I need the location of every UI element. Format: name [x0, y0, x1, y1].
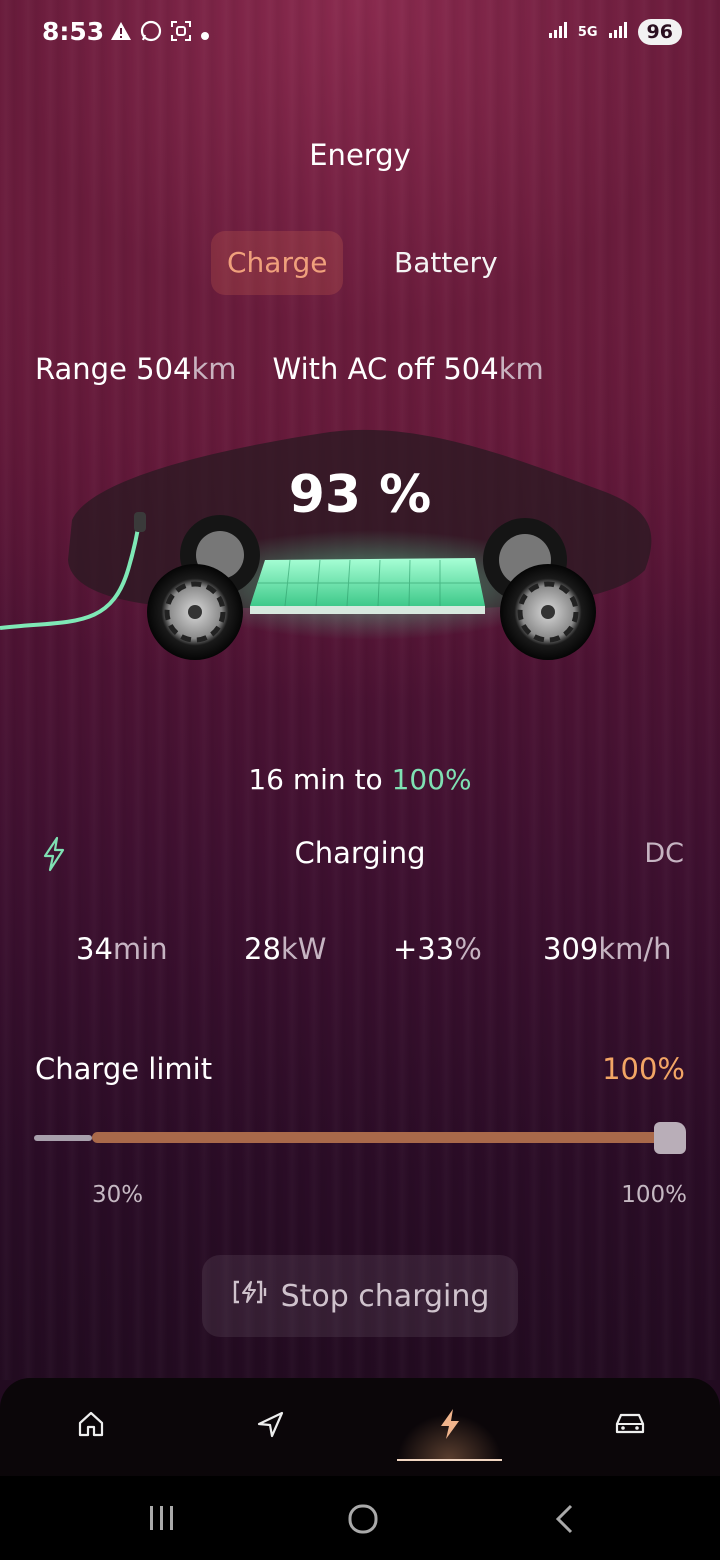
page-title: Energy [309, 138, 411, 172]
stop-charging-button[interactable]: Stop charging [202, 1255, 518, 1337]
stop-charging-label: Stop charging [280, 1278, 490, 1314]
nav-home[interactable] [71, 1406, 111, 1446]
charge-limit-slider[interactable] [34, 1122, 686, 1156]
charge-limit-label: Charge limit [35, 1052, 213, 1086]
range-ac-off-unit: km [498, 352, 544, 386]
slider-thumb[interactable] [654, 1122, 686, 1154]
signal-icon-2 [608, 21, 628, 43]
slider-min-label: 30% [92, 1182, 144, 1208]
slider-range-labels: 30% 100% [92, 1182, 687, 1212]
whatsapp-icon [140, 20, 162, 47]
home-button[interactable] [347, 1504, 379, 1538]
nav-navigate[interactable] [250, 1406, 290, 1446]
battery-indicator: 96 [637, 19, 682, 45]
stat-time: 34min [76, 932, 168, 966]
stat-power: 28kW [244, 932, 326, 966]
tab-bar: Charge Battery [0, 231, 720, 295]
bottom-nav [0, 1378, 720, 1476]
home-circle-icon [347, 1504, 379, 1538]
tab-battery[interactable]: Battery [378, 231, 514, 295]
range-info: Range 504km With AC off 504km [35, 352, 544, 386]
recent-apps-icon [147, 1506, 177, 1536]
stat-time-unit: min [112, 932, 168, 966]
navigation-arrow-icon [255, 1409, 285, 1443]
stat-speed-unit: km/h [598, 932, 672, 966]
slider-track-fill [92, 1132, 664, 1143]
range-ac-off-value: 504 [443, 352, 499, 386]
slider-max-label: 100% [621, 1182, 687, 1208]
stat-gain-unit: % [454, 932, 482, 966]
charging-plug-icon [231, 1278, 269, 1314]
recent-apps-button[interactable] [147, 1504, 177, 1536]
charge-limit-row: Charge limit 100% [35, 1052, 685, 1092]
nav-vehicle[interactable] [610, 1406, 650, 1446]
stat-speed: 309km/h [543, 932, 672, 966]
status-time: 8:53 [42, 17, 105, 46]
range-unit: km [191, 352, 237, 386]
system-nav-bar [0, 1476, 720, 1560]
signal-icon [548, 21, 568, 43]
bolt-icon [437, 1408, 463, 1444]
range-block: Range 504km [35, 352, 237, 386]
charging-type: DC [644, 838, 684, 869]
warning-icon [110, 21, 132, 46]
tab-charge[interactable]: Charge [211, 231, 344, 295]
nav-active-indicator [397, 1459, 502, 1461]
car-icon [613, 1410, 647, 1442]
stat-power-value: 28 [244, 932, 281, 966]
system-icons: 5G 96 [548, 19, 682, 45]
back-button[interactable] [553, 1504, 577, 1538]
stat-time-value: 34 [76, 932, 113, 966]
eta-target: 100% [391, 763, 472, 796]
status-bar: 8:53 5G 96 [0, 0, 720, 68]
nav-energy[interactable] [430, 1406, 470, 1446]
stat-speed-value: 309 [543, 932, 599, 966]
stat-power-unit: kW [280, 932, 327, 966]
charge-limit-value: 100% [602, 1052, 685, 1086]
back-icon [553, 1504, 577, 1538]
battery-percentage: 93 % [288, 465, 432, 525]
charge-eta: 16 min to 100% [0, 763, 720, 796]
charging-status: Charging [294, 836, 426, 870]
charging-status-row: Charging DC [0, 834, 720, 874]
range-ac-off-block: With AC off 504km [273, 352, 544, 386]
eta-text: 16 min to [248, 763, 383, 796]
range-label: Range [35, 352, 127, 386]
dot-icon [200, 22, 210, 46]
notification-icons [110, 20, 210, 47]
screenshot-icon [170, 20, 192, 47]
charging-stats: 34min 28kW +33% 309km/h [0, 932, 720, 972]
range-value: 504 [136, 352, 192, 386]
stat-gain-value: +33 [393, 932, 455, 966]
slider-track-min [34, 1135, 92, 1141]
range-ac-off-label: With AC off [272, 352, 435, 386]
network-type-icon: 5G [577, 24, 598, 40]
stat-gain: +33% [393, 932, 482, 966]
home-icon [76, 1409, 106, 1443]
